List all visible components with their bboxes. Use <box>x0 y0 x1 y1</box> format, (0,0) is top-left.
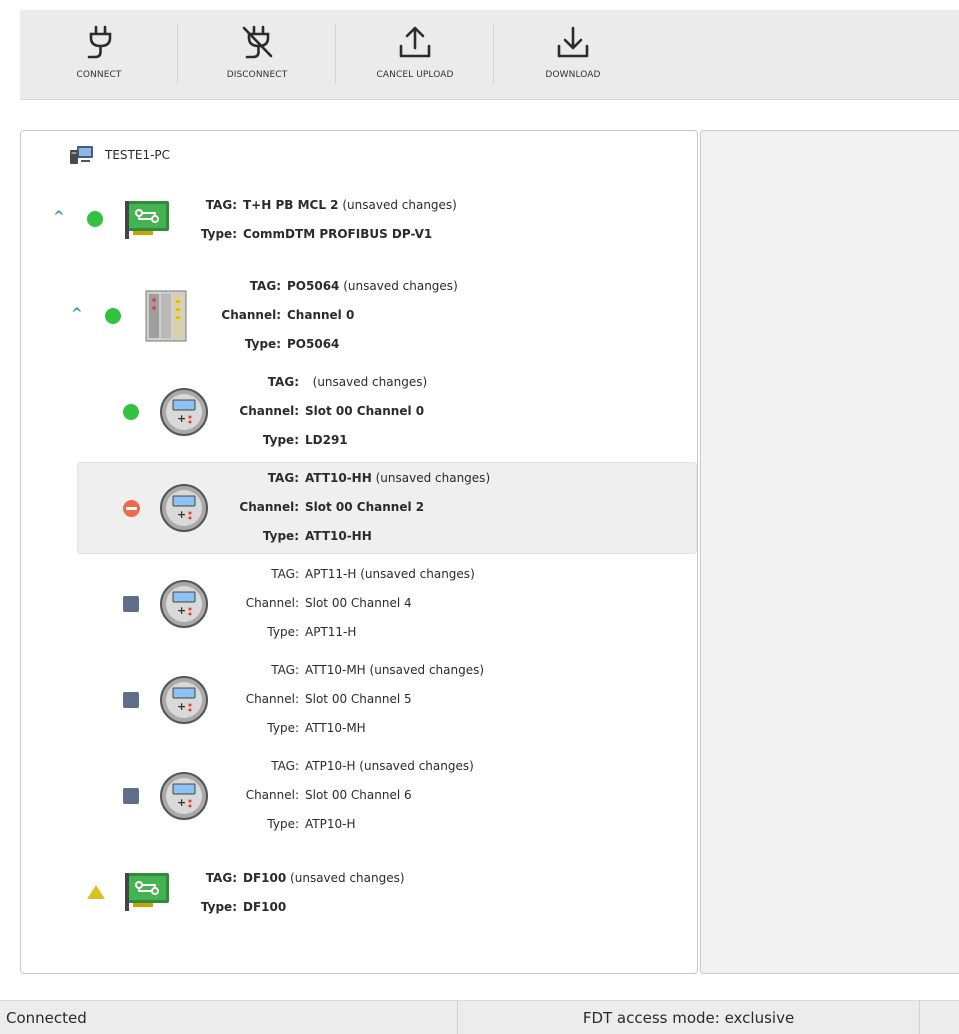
download-label: DOWNLOAD <box>545 70 601 80</box>
svg-text:+: + <box>177 412 186 425</box>
collapse-chevron-icon[interactable]: ^ <box>71 306 83 322</box>
tree-node-device-selected[interactable]: + TAG: ATT10-HH (unsaved changes) Channel… <box>77 462 697 554</box>
node-info: TAG: T+H PB MCL 2 (unsaved changes) Type:… <box>200 198 457 241</box>
node-info: TAG: ATP10-H (unsaved changes) Channel: Sl… <box>245 759 474 831</box>
node-info: TAG: PO5064 (unsaved changes) Channel: Cha… <box>221 279 458 351</box>
connection-status: Connected <box>0 1001 458 1034</box>
status-offline-icon <box>123 788 139 804</box>
toolbar: CONNECT DISCONNECT CANCEL UPLOAD DOWNLOA… <box>20 10 959 100</box>
field-device-icon: + <box>160 388 208 436</box>
field-device-icon: + <box>160 484 208 532</box>
status-ok-icon <box>123 404 139 420</box>
tree-node-device[interactable]: + TAG: (unsaved changes) Channel: Slot 00… <box>21 368 697 458</box>
tree-root[interactable]: TESTE1-PC <box>69 145 170 165</box>
device-tree-panel: TESTE1-PC ^ TAG: T+H PB MCL 2 (unsaved ch… <box>20 130 698 974</box>
detail-panel <box>700 130 959 974</box>
download-button[interactable]: DOWNLOAD <box>494 10 652 100</box>
status-ok-icon <box>87 211 103 227</box>
svg-text:+: + <box>177 604 186 617</box>
root-label: TESTE1-PC <box>105 148 171 162</box>
access-mode-status: FDT access mode: exclusive <box>458 1001 920 1034</box>
field-device-icon: + <box>160 676 208 724</box>
comm-card-icon <box>125 201 169 239</box>
connect-button[interactable]: CONNECT <box>20 10 178 100</box>
disconnect-label: DISCONNECT <box>226 70 288 80</box>
comm-card-icon <box>125 873 169 911</box>
field-device-icon: + <box>160 772 208 820</box>
svg-text:+: + <box>177 700 186 713</box>
computer-icon <box>70 146 93 164</box>
field-device-icon: + <box>160 580 208 628</box>
upload-icon <box>399 26 431 58</box>
cancel-upload-label: CANCEL UPLOAD <box>376 70 454 80</box>
tree-node-comm[interactable]: ^ TAG: T+H PB MCL 2 (unsaved changes) Typ… <box>21 191 697 247</box>
cancel-upload-button[interactable]: CANCEL UPLOAD <box>336 10 494 100</box>
node-info: TAG: ATT10-HH (unsaved changes) Channel: S… <box>239 471 491 543</box>
node-info: TAG: ATT10-MH (unsaved changes) Channel: S… <box>245 663 485 735</box>
plug-off-icon <box>242 25 273 59</box>
status-offline-icon <box>123 692 139 708</box>
node-info: TAG: APT11-H (unsaved changes) Channel: Sl… <box>245 567 475 639</box>
status-ok-icon <box>105 308 121 324</box>
tree-node-device[interactable]: + TAG: ATT10-MH (unsaved changes) Channel… <box>21 656 697 746</box>
tree-node-comm[interactable]: TAG: DF100 (unsaved changes) Type: DF100 <box>21 863 697 925</box>
collapse-chevron-icon[interactable]: ^ <box>53 209 65 225</box>
tree-node-device[interactable]: + TAG: ATP10-H (unsaved changes) Channel:… <box>21 752 697 842</box>
status-bar: Connected FDT access mode: exclusive <box>0 1000 959 1034</box>
disconnect-button[interactable]: DISCONNECT <box>178 10 336 100</box>
plug-icon <box>87 25 112 59</box>
status-error-icon <box>123 500 140 517</box>
node-info: TAG: DF100 (unsaved changes) Type: DF100 <box>200 871 405 914</box>
status-warning-icon <box>87 885 105 899</box>
tree-node-device[interactable]: + TAG: APT11-H (unsaved changes) Channel:… <box>21 560 697 650</box>
svg-text:+: + <box>177 508 186 521</box>
status-offline-icon <box>123 596 139 612</box>
rack-module-icon <box>145 290 187 342</box>
tree-node-module[interactable]: ^ TAG: PO5064 (unsaved changes) Channel: C… <box>21 272 697 362</box>
connect-label: CONNECT <box>76 70 122 80</box>
node-info: TAG: (unsaved changes) Channel: Slot 00 C… <box>239 375 428 447</box>
download-icon <box>557 26 589 58</box>
svg-text:+: + <box>177 796 186 809</box>
